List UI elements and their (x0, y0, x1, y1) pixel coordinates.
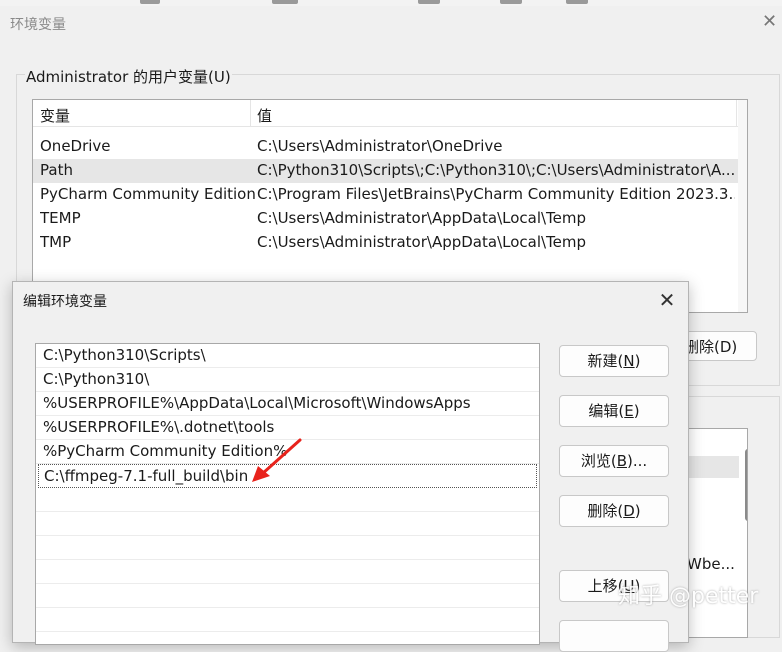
annotation-arrow-icon (252, 438, 302, 482)
watermark: 知乎 @petter (618, 584, 759, 609)
